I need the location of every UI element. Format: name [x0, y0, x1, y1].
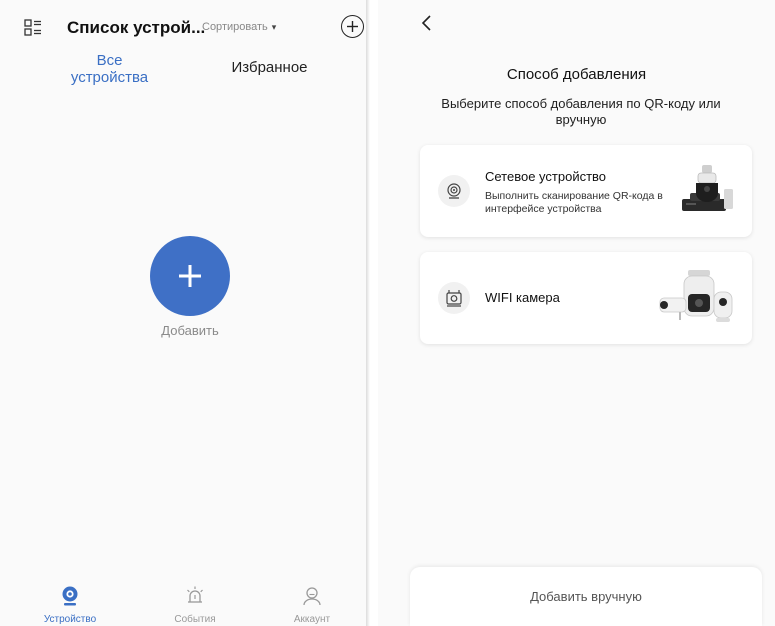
nav-label: События: [174, 614, 216, 625]
nav-label: Аккаунт: [293, 614, 331, 625]
add-device-big-button[interactable]: [150, 236, 230, 316]
user-icon: [303, 587, 321, 606]
bottom-nav: Устройство События Аккаунт: [0, 585, 366, 626]
option-network-device[interactable]: Сетевое устройство Выполнить сканировани…: [420, 145, 752, 237]
screen-divider: [366, 0, 378, 626]
plus-icon: [347, 21, 358, 32]
wifi-camera-icon: [438, 282, 470, 314]
back-arrow-icon[interactable]: [420, 14, 434, 32]
option-title: Сетевое устройство: [485, 169, 607, 184]
nav-item-account[interactable]: Аккаунт: [272, 585, 352, 625]
option-wifi-camera[interactable]: WIFI камера: [420, 252, 752, 344]
add-device-label: Добавить: [161, 323, 219, 338]
option-description: Выполнить сканирование QR-кода в интерфе…: [485, 190, 663, 215]
page-title: Список устрой...: [67, 18, 206, 37]
tab-favorites[interactable]: Избранное: [222, 59, 317, 76]
network-device-icon: [438, 175, 470, 207]
page-title: Способ добавления: [506, 66, 647, 83]
plus-icon: [179, 265, 201, 287]
device-list-screen: Список устрой... Сортировать ▾ Все устро…: [0, 0, 366, 626]
device-list-header: Список устрой... Сортировать ▾: [0, 8, 366, 44]
wifi-cameras-image: [659, 270, 733, 322]
nav-item-devices[interactable]: Устройство: [30, 585, 110, 625]
sort-dropdown[interactable]: Сортировать ▾: [202, 21, 276, 33]
list-view-icon[interactable]: [24, 19, 42, 37]
nav-item-events[interactable]: События: [155, 585, 235, 625]
chevron-down-icon: ▾: [271, 21, 277, 32]
camera-icon: [62, 586, 78, 606]
nav-label: Устройство: [43, 614, 97, 625]
ptz-camera-nvr-image: [682, 165, 733, 211]
add-manually-button[interactable]: Добавить вручную: [410, 567, 762, 626]
page-subtitle: Выберите способ добавления по QR-коду ил…: [441, 96, 721, 127]
add-device-button[interactable]: [341, 15, 364, 38]
option-title: WIFI камера: [485, 290, 560, 305]
tab-all-devices[interactable]: Все устройства: [62, 52, 157, 86]
alarm-icon: [187, 586, 203, 603]
sort-label: Сортировать: [202, 21, 268, 33]
add-method-screen: Способ добавления Выберите способ добавл…: [378, 0, 775, 626]
